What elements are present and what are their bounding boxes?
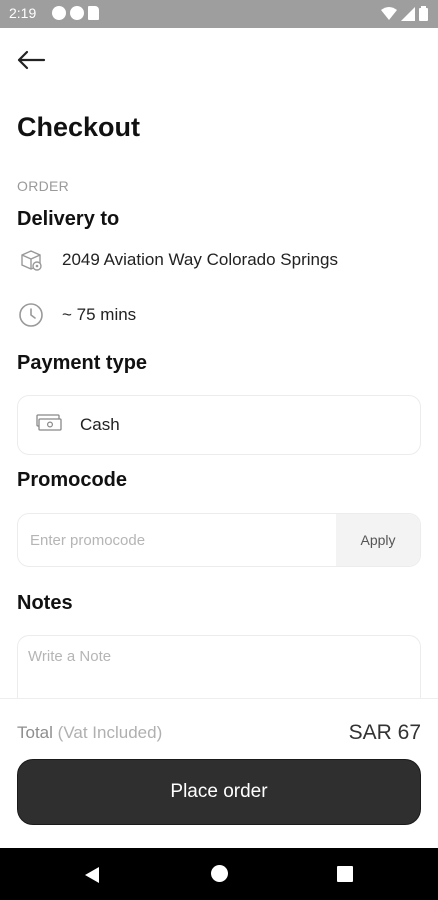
- status-system-icons: [381, 6, 428, 21]
- back-button[interactable]: [14, 45, 48, 75]
- order-caption: ORDER: [17, 178, 70, 194]
- arrow-left-icon: [17, 50, 46, 70]
- clock-icon: [17, 301, 45, 329]
- notification-icon: [52, 6, 66, 20]
- wifi-icon: [381, 6, 397, 20]
- total-row: Total (Vat Included) SAR 67: [17, 721, 421, 745]
- notes-heading: Notes: [17, 592, 73, 614]
- nav-home-icon[interactable]: [211, 865, 228, 882]
- promocode-heading: Promocode: [17, 469, 128, 491]
- status-notifications: [52, 6, 99, 20]
- total-label-group: Total (Vat Included): [17, 723, 162, 743]
- apply-promocode-button[interactable]: Apply: [336, 514, 420, 566]
- cash-icon: [34, 411, 64, 440]
- payment-method-card[interactable]: Cash: [17, 395, 421, 455]
- payment-heading: Payment type: [17, 352, 148, 374]
- location-box-icon: [17, 246, 45, 274]
- payment-method-label: Cash: [80, 415, 120, 434]
- delivery-eta: ~ 75 mins: [62, 305, 137, 324]
- promocode-field-group: Apply: [17, 513, 421, 567]
- battery-icon: [419, 6, 428, 21]
- promocode-input[interactable]: [18, 514, 336, 566]
- total-value: SAR 67: [348, 721, 421, 744]
- place-order-button[interactable]: Place order: [17, 759, 421, 825]
- signal-icon: [401, 6, 415, 21]
- sdcard-icon: [88, 6, 99, 20]
- nav-recents-icon[interactable]: [337, 866, 353, 882]
- page-title: Checkout: [17, 112, 141, 142]
- notification-icon: [70, 6, 84, 20]
- delivery-address-row: 2049 Aviation Way Colorado Springs: [17, 246, 338, 274]
- eta-row: ~ 75 mins: [17, 301, 136, 329]
- nav-back-icon[interactable]: [84, 866, 100, 884]
- vat-label: (Vat Included): [57, 723, 163, 742]
- checkout-summary-panel: Total (Vat Included) SAR 67 Place order: [0, 698, 438, 848]
- status-time: 2:19: [9, 5, 37, 21]
- delivery-heading: Delivery to: [17, 208, 120, 230]
- total-label: Total: [17, 723, 53, 742]
- delivery-address: 2049 Aviation Way Colorado Springs: [62, 250, 338, 269]
- status-bar: 2:19: [0, 0, 438, 28]
- system-nav-bar: [0, 848, 438, 900]
